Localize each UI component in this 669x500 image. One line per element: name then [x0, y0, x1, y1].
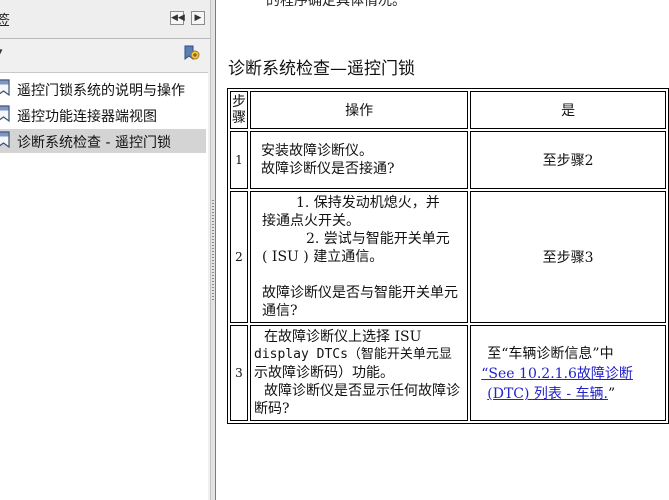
step-number: 1 — [230, 131, 248, 189]
yes-cell: 至“车辆诊断信息”中 “See 10.2.1.6故障诊断 (DTC) 列表 - … — [470, 325, 666, 421]
action-line: 断码? — [254, 401, 290, 417]
document-view[interactable]: 的程序确定具体情况。 诊断系统检查—遥控门锁 步骤 操作 是 1 安装故障诊断仪… — [216, 0, 669, 500]
section-title: 诊断系统检查—遥控门锁 — [228, 59, 415, 79]
diagnostic-steps-table: 步骤 操作 是 1 安装故障诊断仪。 故障诊断仪是否接通? 至步骤2 2 1. … — [227, 88, 669, 424]
bookmark-options-icon[interactable] — [182, 45, 200, 61]
action-line: 故障诊断仪是否与智能开关单元 — [262, 285, 458, 301]
bookmark-icon — [0, 79, 11, 97]
options-menu-arrow-icon[interactable]: ▾ — [0, 45, 3, 58]
table-row: 3 在故障诊断仪上选择 ISU display DTCs（智能开关单元显 示故障… — [230, 325, 666, 421]
table-row: 2 1. 保持发动机熄火，并 接通点火开关。 2. 尝试与智能开关单元 ( IS… — [230, 191, 666, 323]
bookmarks-header: 签 ◀◀ ▶ — [0, 0, 210, 38]
action-line: 1. 保持发动机熄火，并 — [296, 195, 440, 211]
bookmark-item-remote-lock-description[interactable]: 遥控门锁系统的说明与操作 — [0, 77, 206, 101]
bookmarks-toolbar: ▾ — [0, 39, 210, 67]
bookmark-item-diagnostic-check[interactable]: 诊断系统检查 - 遥控门锁 — [0, 129, 206, 153]
action-line: 示故障诊断码）功能。 — [254, 365, 394, 381]
action-line: display DTCs（智能开关单元显 — [254, 347, 452, 362]
action-cell: 1. 保持发动机熄火，并 接通点火开关。 2. 尝试与智能开关单元 ( ISU … — [250, 191, 469, 323]
header-step: 步骤 — [230, 91, 248, 129]
header-action: 操作 — [250, 91, 469, 129]
action-line: 故障诊断仪是否显示任何故障诊 — [264, 383, 460, 399]
action-line: ( ISU ) 建立通信。 — [262, 249, 384, 265]
splitter-grip[interactable] — [212, 200, 214, 300]
bookmark-item-connector-view[interactable]: 遥控功能连接器端视图 — [0, 103, 206, 127]
dtc-list-link[interactable]: “See 10.2.1.6故障诊断 — [481, 366, 633, 382]
bookmark-label: 遥控门锁系统的说明与操作 — [17, 83, 185, 99]
action-cell: 在故障诊断仪上选择 ISU display DTCs（智能开关单元显 示故障诊断… — [250, 325, 469, 421]
yes-suffix: ” — [608, 386, 616, 402]
bookmark-tree: 遥控门锁系统的说明与操作 遥控功能连接器端视图 诊断系统检查 - 遥控门锁 — [0, 72, 208, 500]
action-cell: 安装故障诊断仪。 故障诊断仪是否接通? — [250, 131, 469, 189]
bookmark-icon — [0, 131, 11, 149]
yes-link-line: “See 10.2.1.6故障诊断 — [481, 363, 665, 383]
pane-title: 签 — [0, 13, 10, 29]
bookmark-label: 诊断系统检查 - 遥控门锁 — [17, 135, 171, 151]
bookmarks-pane: 签 ◀◀ ▶ ▾ 遥控门锁系统的说明与操作 遥控功能连接器端视图 — [0, 0, 210, 500]
action-line: 故障诊断仪是否接通? — [261, 161, 395, 177]
action-line: 安装故障诊断仪。 — [261, 143, 373, 159]
action-line: 2. 尝试与智能开关单元 — [306, 231, 450, 247]
dtc-list-link-continued[interactable]: (DTC) 列表 - 车辆. — [487, 386, 608, 402]
action-line: 在故障诊断仪上选择 ISU — [264, 329, 422, 345]
action-line: 接通点火开关。 — [262, 213, 360, 229]
table-header-row: 步骤 操作 是 — [230, 91, 666, 129]
previous-paragraph-text: 的程序确定具体情况。 — [266, 0, 406, 9]
table-row: 1 安装故障诊断仪。 故障诊断仪是否接通? 至步骤2 — [230, 131, 666, 189]
step-number: 3 — [230, 325, 248, 421]
bookmark-label: 遥控功能连接器端视图 — [17, 109, 157, 125]
expand-pane-button[interactable]: ▶ — [191, 11, 205, 25]
header-yes: 是 — [470, 91, 666, 129]
action-line: 通信? — [262, 303, 298, 319]
header-step-label: 步骤 — [232, 94, 246, 126]
yes-cell: 至步骤2 — [470, 131, 666, 189]
bookmark-icon — [0, 105, 11, 123]
step-number: 2 — [230, 191, 248, 323]
yes-cell: 至步骤3 — [470, 191, 666, 323]
yes-link-line: (DTC) 列表 - 车辆.” — [487, 383, 665, 403]
action-spacer — [254, 266, 464, 284]
yes-text: 至“车辆诊断信息”中 — [487, 346, 614, 362]
collapse-pane-button[interactable]: ◀◀ — [170, 11, 185, 25]
